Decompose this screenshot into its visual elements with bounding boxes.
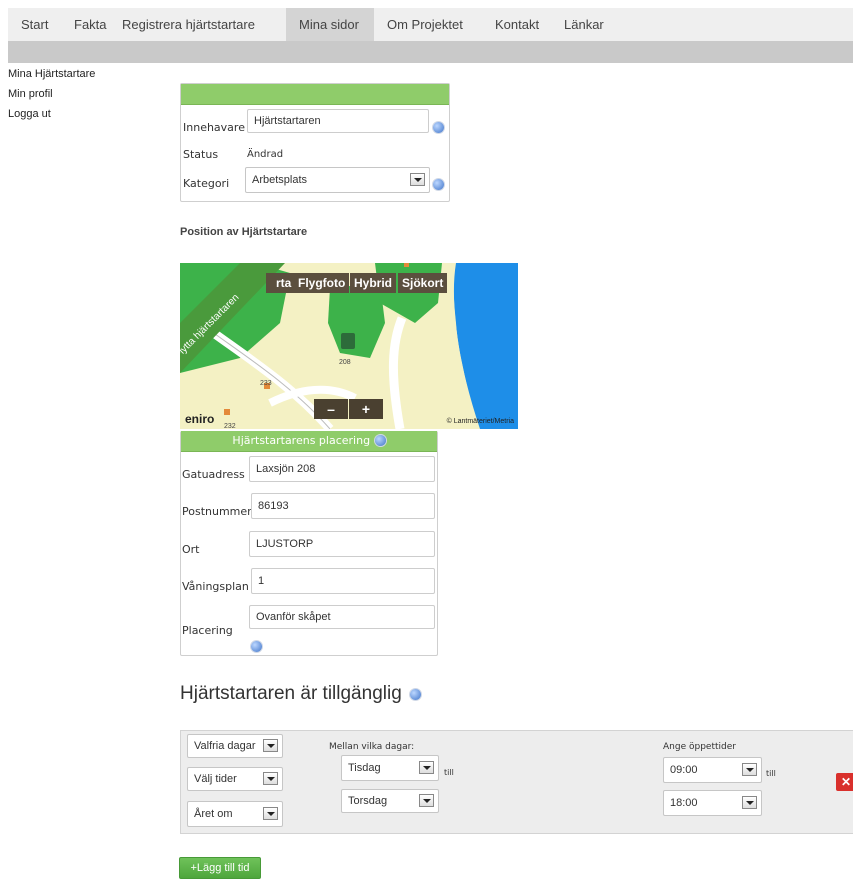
owner-box-header (181, 84, 449, 105)
days-select[interactable]: Valfria dagar (187, 734, 283, 758)
map-label-233: 233 (260, 380, 272, 387)
map-tab-hybrid[interactable]: Hybrid (350, 273, 397, 293)
street-input[interactable]: Laxsjön 208 (249, 456, 435, 482)
street-label: Gatuadress (182, 468, 245, 481)
status-label: Status (183, 148, 219, 161)
eniro-logo: eniro (185, 412, 215, 426)
time-to-value: 18:00 (670, 797, 698, 809)
placement-title: Hjärtstartarens placering (232, 434, 371, 447)
map-copyright: © Lantmäteriet/Metria (446, 418, 514, 425)
delete-time-button[interactable]: ✕ (836, 773, 853, 791)
chevron-down-icon (263, 772, 278, 785)
sidebar-item-mina-hjartstartare[interactable]: Mina Hjärtstartare (8, 68, 95, 80)
map-tab-flygfoto[interactable]: Flygfoto (294, 273, 350, 293)
between-days-label: Mellan vilka dagar: (329, 742, 415, 752)
owner-box: Innehavare Hjärtstartaren Status Ändrad … (180, 83, 450, 202)
zoom-in-button[interactable]: + (349, 399, 383, 419)
help-icon[interactable] (433, 122, 444, 133)
chevron-down-icon (263, 739, 278, 752)
sidebar-item-logga-ut[interactable]: Logga ut (8, 108, 51, 120)
map-building (404, 263, 409, 267)
chevron-down-icon (419, 761, 434, 774)
nav-registrera[interactable]: Registrera hjärtstartare (109, 8, 268, 41)
days-select-value: Valfria dagar (194, 740, 256, 752)
help-icon[interactable] (374, 435, 386, 446)
day-to-value: Torsdag (348, 795, 388, 807)
map-tab-karta[interactable]: rta (266, 273, 296, 293)
city-label: Ort (182, 543, 200, 556)
day-from-select[interactable]: Tisdag (341, 755, 439, 781)
position-heading: Position av Hjärtstartare (180, 226, 308, 238)
chevron-down-icon (419, 794, 434, 807)
chevron-down-icon (263, 807, 278, 820)
chevron-down-icon (742, 763, 757, 776)
availability-panel: Valfria dagar Välj tider Året om Mellan … (180, 730, 853, 834)
map-view[interactable]: Flytta hjärtstartaren rta Flygfoto Hybri… (180, 263, 518, 429)
zip-label: Postnummer (182, 505, 252, 518)
category-select-value: Arbetsplats (252, 174, 308, 186)
owner-label: Innehavare (183, 121, 245, 134)
help-icon[interactable] (433, 179, 444, 190)
nav-kontakt[interactable]: Kontakt (482, 8, 552, 41)
day-to-select[interactable]: Torsdag (341, 789, 439, 813)
top-navigation: Start Fakta Registrera hjärtstartare Min… (8, 8, 853, 41)
nav-lankar[interactable]: Länkar (551, 8, 617, 41)
help-icon[interactable] (410, 689, 422, 700)
year-select[interactable]: Året om (187, 801, 283, 827)
sidebar-item-min-profil[interactable]: Min profil (8, 88, 53, 100)
city-input[interactable]: LJUSTORP (249, 531, 435, 557)
map-tab-sjokort[interactable]: Sjökort (398, 273, 448, 293)
category-label: Kategori (183, 177, 230, 190)
category-select[interactable]: Arbetsplats (245, 167, 430, 193)
map-label-232: 232 (224, 423, 236, 429)
hours-label: Ange öppettider (663, 742, 736, 752)
map-label-208: 208 (339, 359, 351, 366)
status-value: Ändrad (247, 149, 284, 160)
till-label: till (766, 769, 776, 778)
time-from-select[interactable]: 09:00 (663, 757, 762, 783)
zip-input[interactable]: 86193 (251, 493, 435, 519)
add-time-button[interactable]: +Lägg till tid (179, 857, 261, 879)
time-to-select[interactable]: 18:00 (663, 790, 762, 816)
owner-input[interactable]: Hjärtstartaren (247, 109, 429, 133)
till-label: till (444, 768, 454, 777)
floor-label: Våningsplan (182, 580, 249, 593)
close-icon: ✕ (841, 775, 852, 789)
availability-heading-text: Hjärtstartaren är tillgänglig (180, 683, 402, 704)
day-from-value: Tisdag (348, 762, 381, 774)
year-select-value: Året om (194, 808, 233, 820)
time-from-value: 09:00 (670, 764, 698, 776)
place-label: Placering (182, 624, 233, 637)
chevron-down-icon (410, 173, 425, 186)
place-input[interactable]: Ovanför skåpet (249, 605, 435, 629)
nav-mina-sidor[interactable]: Mina sidor (286, 8, 374, 41)
aed-marker-icon[interactable] (341, 333, 355, 349)
placement-header: Hjärtstartarens placering (181, 431, 437, 452)
zoom-out-button[interactable]: – (314, 399, 348, 419)
help-icon[interactable] (251, 641, 262, 652)
nav-start[interactable]: Start (8, 8, 61, 41)
subnav-bar (8, 41, 853, 63)
chevron-down-icon (742, 796, 757, 809)
map-building (224, 409, 230, 415)
availability-heading: Hjärtstartaren är tillgänglig (180, 683, 422, 705)
nav-om-projektet[interactable]: Om Projektet (374, 8, 476, 41)
floor-input[interactable]: 1 (251, 568, 435, 594)
times-select[interactable]: Välj tider (187, 767, 283, 791)
placement-box: Hjärtstartarens placering Gatuadress Lax… (180, 431, 438, 656)
times-select-value: Välj tider (194, 773, 237, 785)
